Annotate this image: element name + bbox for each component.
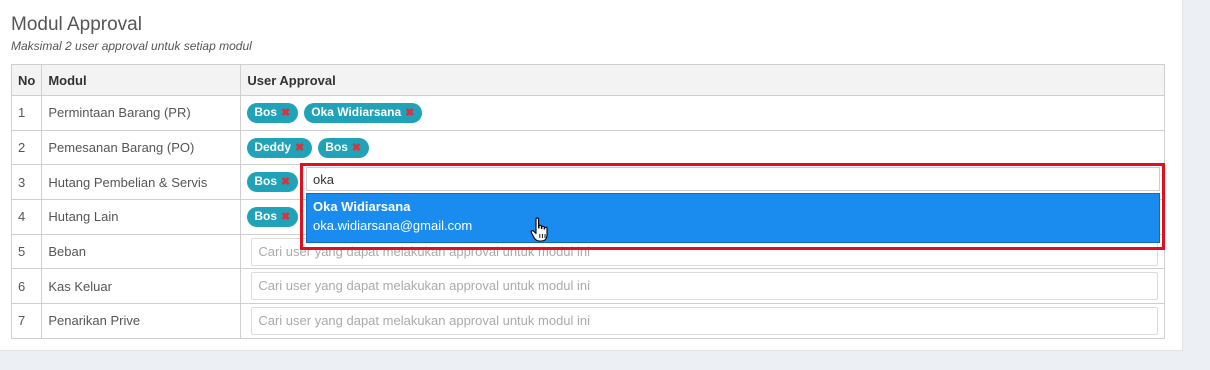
user-tag: Deddy ✖ bbox=[247, 137, 313, 158]
row-no: 7 bbox=[10, 303, 43, 339]
row-no: 6 bbox=[10, 268, 43, 305]
user-tag-label: Bos bbox=[325, 139, 348, 154]
user-tag-label: Oka Widiarsana bbox=[311, 104, 402, 119]
hand-pointer-icon bbox=[530, 217, 548, 242]
table-row: 6 Kas Keluar Cari user yang dapat melaku… bbox=[10, 268, 1165, 305]
user-search-input[interactable]: Cari user yang dapat melakukan approval … bbox=[251, 272, 1158, 301]
row-modul: Penarikan Prive bbox=[41, 303, 242, 339]
row-no: 5 bbox=[10, 233, 43, 270]
user-tag: Bos ✖ bbox=[247, 206, 299, 227]
close-icon[interactable]: ✖ bbox=[281, 107, 290, 119]
row-approvers: Cari user yang dapat melakukan approval … bbox=[240, 268, 1165, 305]
user-tag-label: Bos bbox=[254, 104, 278, 119]
user-tag-label: Bos bbox=[254, 208, 278, 223]
row-modul: Permintaan Barang (PR) bbox=[41, 95, 242, 131]
row-approvers: Cari user yang dapat melakukan approval … bbox=[240, 303, 1165, 339]
close-icon[interactable]: ✖ bbox=[281, 211, 290, 223]
header-user-approval: User Approval bbox=[240, 64, 1165, 96]
header-modul: Modul bbox=[41, 64, 242, 96]
row-no: 3 bbox=[10, 164, 43, 201]
row-modul: Pemesanan Barang (PO) bbox=[41, 129, 242, 166]
user-tag: Bos ✖ bbox=[247, 172, 299, 193]
row-approvers[interactable]: Bos ✖ Oka Widiarsana ✖ bbox=[240, 95, 1165, 131]
row-modul: Hutang Pembelian & Servis bbox=[41, 164, 242, 201]
row-no: 1 bbox=[10, 95, 43, 131]
user-tag: Bos ✖ bbox=[318, 137, 370, 158]
suggestion-name: Oka Widiarsana bbox=[313, 199, 411, 214]
row-approvers[interactable]: Deddy ✖ Bos ✖ bbox=[240, 129, 1165, 166]
header-no: No bbox=[10, 64, 43, 96]
close-icon[interactable]: ✖ bbox=[405, 107, 414, 119]
table-header-row: No Modul User Approval bbox=[10, 64, 1165, 96]
table-row: 1 Permintaan Barang (PR) Bos ✖ Oka Widiars… bbox=[10, 95, 1165, 131]
user-search-input-active[interactable]: oka bbox=[306, 167, 1160, 191]
close-icon[interactable]: ✖ bbox=[281, 176, 290, 188]
user-tag-label: Deddy bbox=[254, 139, 292, 154]
close-icon[interactable]: ✖ bbox=[295, 142, 304, 154]
user-tag: Oka Widiarsana ✖ bbox=[304, 102, 423, 123]
section-title: Modul Approval bbox=[11, 14, 142, 35]
row-modul: Kas Keluar bbox=[41, 268, 242, 305]
table-row: 2 Pemesanan Barang (PO) Deddy ✖ Bos ✖ bbox=[10, 129, 1165, 166]
row-modul: Hutang Lain bbox=[41, 199, 242, 235]
row-modul: Beban bbox=[41, 233, 242, 270]
user-suggestion-item[interactable]: Oka Widiarsana oka.widiarsana@gmail.com bbox=[306, 193, 1160, 243]
row-no: 2 bbox=[10, 129, 43, 166]
row-no: 4 bbox=[10, 199, 43, 235]
user-tag-label: Bos bbox=[254, 174, 278, 189]
section-subtitle: Maksimal 2 user approval untuk setiap mo… bbox=[11, 39, 252, 53]
suggestion-email: oka.widiarsana@gmail.com bbox=[313, 218, 473, 233]
user-search-input[interactable]: Cari user yang dapat melakukan approval … bbox=[251, 306, 1158, 335]
close-icon[interactable]: ✖ bbox=[352, 142, 361, 154]
table-row: 7 Penarikan Prive Cari user yang dapat m… bbox=[10, 303, 1165, 339]
user-tag: Bos ✖ bbox=[247, 102, 299, 123]
